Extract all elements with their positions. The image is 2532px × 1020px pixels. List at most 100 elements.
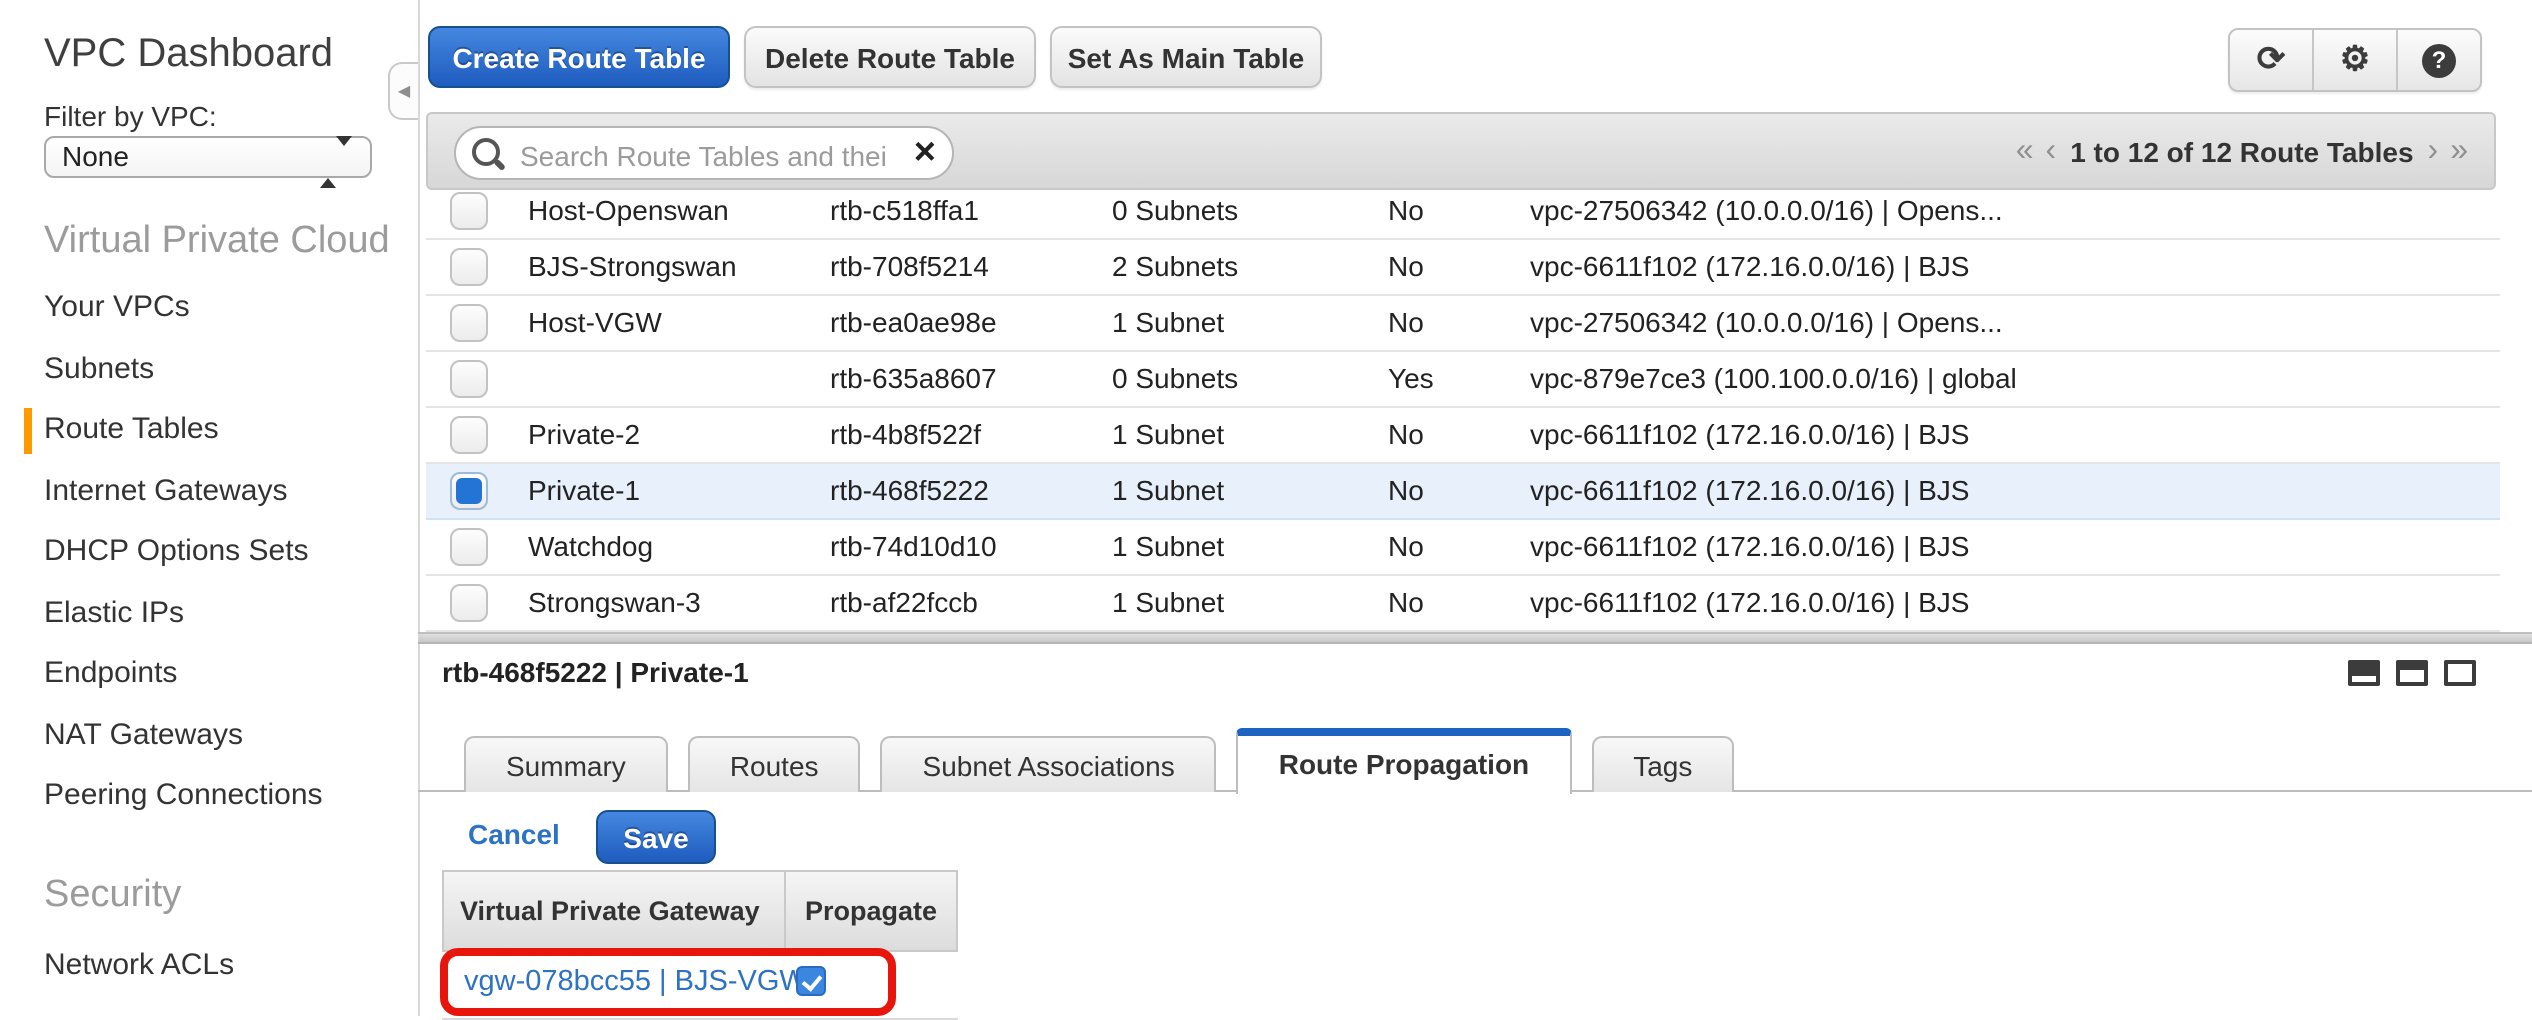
row-checkbox[interactable]: [450, 192, 488, 230]
search-toolbar: × « ‹ 1 to 12 of 12 Route Tables › »: [426, 112, 2496, 190]
tab-tags[interactable]: Tags: [1591, 736, 1734, 792]
sidebar-nav-security: Network ACLs: [0, 936, 418, 997]
sidebar-item-network-acls[interactable]: Network ACLs: [0, 936, 418, 997]
sidebar-nav: Your VPCs Subnets Route Tables Internet …: [0, 278, 418, 827]
table-row[interactable]: Host-Openswan rtb-c518ffa1 0 Subnets No …: [426, 184, 2500, 240]
pane-minimize-icon[interactable]: [2348, 660, 2380, 686]
sidebar-item-subnets[interactable]: Subnets: [0, 339, 418, 400]
search-icon: [472, 138, 500, 166]
pane-half-icon[interactable]: [2396, 660, 2428, 686]
refresh-button[interactable]: ⟳: [2230, 30, 2312, 90]
subnet-count: 1 Subnet: [1112, 520, 1224, 574]
vpc-cell: vpc-879e7ce3 (100.100.0.0/16) | global: [1530, 352, 2017, 406]
vpc-cell: vpc-6611f102 (172.16.0.0/16) | BJS: [1530, 576, 1970, 630]
table-row[interactable]: BJS-Strongswan rtb-708f5214 2 Subnets No…: [426, 240, 2500, 296]
table-row-selected[interactable]: Private-1 rtb-468f5222 1 Subnet No vpc-6…: [426, 464, 2500, 520]
tab-routes[interactable]: Routes: [688, 736, 861, 792]
tab-route-propagation[interactable]: Route Propagation: [1237, 728, 1571, 794]
route-table-name: BJS-Strongswan: [528, 240, 737, 294]
sidebar-divider: [418, 0, 420, 1016]
vpc-cell: vpc-6611f102 (172.16.0.0/16) | BJS: [1530, 408, 1970, 462]
subnet-count: 1 Subnet: [1112, 464, 1224, 518]
route-table-id: rtb-4b8f522f: [830, 408, 981, 462]
subnet-count: 1 Subnet: [1112, 296, 1224, 350]
pagination-last-icon[interactable]: »: [2450, 133, 2468, 169]
route-table-id: rtb-c518ffa1: [830, 184, 979, 238]
row-checkbox[interactable]: [450, 360, 488, 398]
main-flag: Yes: [1388, 352, 1434, 406]
help-button[interactable]: ?: [2396, 30, 2480, 90]
vgw-link[interactable]: vgw-078bcc55 | BJS-VGW: [464, 966, 807, 998]
route-table-name: Host-Openswan: [528, 184, 729, 238]
main-flag: No: [1388, 464, 1424, 518]
propagation-table-row: vgw-078bcc55 | BJS-VGW: [442, 952, 958, 1018]
sidebar-item-route-tables[interactable]: Route Tables: [0, 400, 418, 461]
save-button[interactable]: Save: [596, 810, 716, 864]
settings-button[interactable]: ⚙: [2312, 30, 2396, 90]
route-table-name: Watchdog: [528, 520, 653, 574]
pagination-label: 1 to 12 of 12 Route Tables: [2070, 135, 2413, 167]
pagination-next-icon[interactable]: ›: [2428, 133, 2439, 169]
tab-subnet-associations[interactable]: Subnet Associations: [881, 736, 1217, 792]
vpc-filter-select[interactable]: None: [44, 136, 372, 178]
row-checkbox[interactable]: [450, 416, 488, 454]
search-box: ×: [454, 126, 954, 180]
sidebar-collapse-button[interactable]: ◀: [388, 62, 418, 120]
tab-summary[interactable]: Summary: [464, 736, 668, 792]
vpc-cell: vpc-6611f102 (172.16.0.0/16) | BJS: [1530, 240, 1970, 294]
table-row[interactable]: rtb-635a8607 0 Subnets Yes vpc-879e7ce3 …: [426, 352, 2500, 408]
detail-tabs: Summary Routes Subnet Associations Route…: [464, 726, 1734, 792]
chevron-left-icon: ◀: [398, 82, 410, 100]
sidebar-item-elastic-ips[interactable]: Elastic IPs: [0, 583, 418, 644]
table-row[interactable]: Watchdog rtb-74d10d10 1 Subnet No vpc-66…: [426, 520, 2500, 576]
detail-title: rtb-468f5222 | Private-1: [442, 656, 749, 688]
vpc-cell: vpc-27506342 (10.0.0.0/16) | Opens...: [1530, 296, 2003, 350]
table-row[interactable]: Strongswan-3 rtb-af22fccb 1 Subnet No vp…: [426, 576, 2500, 632]
sidebar-item-endpoints[interactable]: Endpoints: [0, 644, 418, 705]
create-route-table-button[interactable]: Create Route Table: [428, 26, 730, 88]
table-row[interactable]: Host-VGW rtb-ea0ae98e 1 Subnet No vpc-27…: [426, 296, 2500, 352]
main-flag: No: [1388, 184, 1424, 238]
page-title: VPC Dashboard: [44, 32, 333, 78]
virtual-private-gateway-column-header: Virtual Private Gateway: [444, 872, 786, 950]
filter-by-vpc-label: Filter by VPC:: [44, 100, 217, 132]
row-checkbox[interactable]: [450, 528, 488, 566]
pane-maximize-icon[interactable]: [2444, 660, 2476, 686]
delete-route-table-button[interactable]: Delete Route Table: [744, 26, 1036, 88]
pagination-prev-icon[interactable]: ‹: [2046, 133, 2057, 169]
propagate-checkbox[interactable]: [796, 966, 826, 996]
subnet-count: 2 Subnets: [1112, 240, 1238, 294]
clear-search-icon[interactable]: ×: [914, 130, 936, 178]
sidebar: VPC Dashboard Filter by VPC: None Virtua…: [0, 0, 418, 1016]
search-input[interactable]: [516, 130, 894, 180]
route-table-name: Host-VGW: [528, 296, 662, 350]
vpc-cell: vpc-6611f102 (172.16.0.0/16) | BJS: [1530, 464, 1970, 518]
row-checkbox[interactable]: [450, 304, 488, 342]
sidebar-item-peering-connections[interactable]: Peering Connections: [0, 766, 418, 827]
cancel-button[interactable]: Cancel: [468, 818, 560, 850]
vpc-cell: vpc-27506342 (10.0.0.0/16) | Opens...: [1530, 184, 2003, 238]
vpc-console-page: VPC Dashboard Filter by VPC: None Virtua…: [0, 0, 2532, 1016]
row-checkbox[interactable]: [450, 472, 488, 510]
select-arrows-icon: [320, 144, 352, 182]
table-row[interactable]: Private-2 rtb-4b8f522f 1 Subnet No vpc-6…: [426, 408, 2500, 464]
route-table-id: rtb-708f5214: [830, 240, 989, 294]
sidebar-item-nat-gateways[interactable]: NAT Gateways: [0, 705, 418, 766]
vpc-cell: vpc-6611f102 (172.16.0.0/16) | BJS: [1530, 520, 1970, 574]
pagination-first-icon[interactable]: «: [2016, 133, 2034, 169]
row-checkbox[interactable]: [450, 584, 488, 622]
sidebar-item-dhcp-options-sets[interactable]: DHCP Options Sets: [0, 522, 418, 583]
route-table-id: rtb-468f5222: [830, 464, 989, 518]
route-table-id: rtb-af22fccb: [830, 576, 978, 630]
sidebar-item-internet-gateways[interactable]: Internet Gateways: [0, 461, 418, 522]
row-checkbox[interactable]: [450, 248, 488, 286]
toolbar-icon-group: ⟳ ⚙ ?: [2228, 28, 2482, 92]
set-as-main-table-button[interactable]: Set As Main Table: [1050, 26, 1322, 88]
sidebar-item-your-vpcs[interactable]: Your VPCs: [0, 278, 418, 339]
refresh-icon: ⟳: [2257, 40, 2286, 80]
subnet-count: 1 Subnet: [1112, 408, 1224, 462]
propagate-column-header: Propagate: [786, 872, 956, 950]
section-heading-security: Security: [0, 874, 418, 918]
pane-resize-handle[interactable]: [418, 632, 2532, 644]
subnet-count: 1 Subnet: [1112, 576, 1224, 630]
